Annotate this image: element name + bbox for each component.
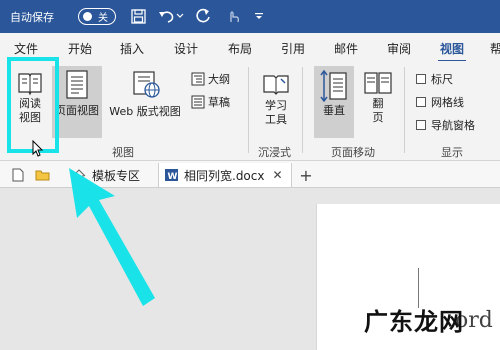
draft-label: 草稿 xyxy=(208,96,230,109)
tab-references[interactable]: 引用 xyxy=(281,40,305,57)
toggle-state-label: 关 xyxy=(98,13,108,24)
read-mode-highlight xyxy=(7,57,59,153)
close-icon[interactable]: ✕ xyxy=(272,168,282,182)
pointer-arrow-icon xyxy=(69,168,155,306)
learning-tools-icon xyxy=(263,75,289,95)
show-group-label: 显示 xyxy=(441,146,463,159)
autosave-toggle[interactable]: 关 xyxy=(78,8,116,25)
page-movement-group-label: 页面移动 xyxy=(331,146,375,159)
vertical-label: 垂直 xyxy=(323,104,345,117)
title-bar: 自动保存 关 xyxy=(0,0,500,33)
learning-tools-label-2: 工具 xyxy=(265,113,287,126)
learning-tools-button[interactable]: 学习 工具 xyxy=(256,71,296,127)
tab-help[interactable]: 帮 xyxy=(490,40,500,57)
save-icon[interactable] xyxy=(127,6,149,26)
add-tab-icon[interactable]: + xyxy=(298,163,314,187)
gridlines-check-icon xyxy=(416,97,426,107)
nav-pane-checkbox[interactable]: 导航窗格 xyxy=(416,117,475,133)
tab-home[interactable]: 开始 xyxy=(68,40,92,57)
svg-text:W: W xyxy=(168,172,178,182)
side-to-side-icon xyxy=(364,72,392,94)
word-doc-icon: W xyxy=(165,169,178,182)
outline-button[interactable]: 大纲 xyxy=(191,71,230,87)
autosave-label: 自动保存 xyxy=(10,11,54,24)
draft-icon xyxy=(191,95,205,109)
folder-icon[interactable] xyxy=(32,163,52,187)
ruler-label: 标尺 xyxy=(431,73,453,86)
tab-layout[interactable]: 布局 xyxy=(228,40,252,57)
print-layout-label: 页面视图 xyxy=(55,104,99,117)
tab-mailings[interactable]: 邮件 xyxy=(334,40,358,57)
customize-toolbar-icon[interactable] xyxy=(252,6,266,26)
toggle-knob xyxy=(83,12,92,21)
tab-view[interactable]: 视图 xyxy=(437,40,467,63)
gridlines-checkbox[interactable]: 网格线 xyxy=(416,94,464,110)
learning-tools-label-1: 学习 xyxy=(265,99,287,112)
tab-design[interactable]: 设计 xyxy=(174,40,198,57)
group-separator xyxy=(302,67,303,153)
side-to-side-button[interactable]: 翻 页 xyxy=(360,71,396,125)
ribbon-panel: 阅读 视图 页面视图 Web 版式视图 大纲 草稿 视图 学习 工具 沉浸式 垂… xyxy=(0,61,500,161)
nav-pane-check-icon xyxy=(416,120,426,130)
ruler-checkbox[interactable]: 标尺 xyxy=(416,71,453,87)
web-layout-label: Web 版式视图 xyxy=(109,105,181,118)
page-icon xyxy=(66,70,88,99)
document-tab[interactable]: W 相同列宽.docx ✕ xyxy=(158,163,292,187)
print-layout-button[interactable]: 页面视图 xyxy=(52,66,102,138)
nav-pane-label: 导航窗格 xyxy=(431,119,475,132)
ruler-check-icon xyxy=(416,74,426,84)
vertical-scroll-icon xyxy=(320,70,347,102)
gridlines-label: 网格线 xyxy=(431,96,464,109)
tab-review[interactable]: 审阅 xyxy=(387,40,411,57)
tab-file[interactable]: 文件 xyxy=(14,40,38,57)
undo-icon[interactable] xyxy=(155,6,177,26)
mouse-pointer-icon xyxy=(32,140,44,157)
watermark-logo: 广东龙网 xyxy=(364,308,464,336)
group-separator xyxy=(404,67,405,153)
tab-insert[interactable]: 插入 xyxy=(120,40,144,57)
views-group-label: 视图 xyxy=(112,146,134,159)
new-doc-icon[interactable] xyxy=(8,163,28,187)
side-to-side-label-2: 页 xyxy=(372,111,384,124)
outline-label: 大纲 xyxy=(208,73,230,86)
draft-button[interactable]: 草稿 xyxy=(191,94,230,110)
side-to-side-label-1: 翻 xyxy=(372,97,384,110)
undo-dropdown-icon[interactable] xyxy=(175,6,185,26)
document-tab-label: 相同列宽.docx xyxy=(184,168,265,183)
group-separator xyxy=(248,67,249,153)
redo-icon[interactable] xyxy=(192,6,214,26)
immersive-group-label: 沉浸式 xyxy=(258,146,291,159)
touch-mode-icon[interactable] xyxy=(222,6,244,26)
outline-icon xyxy=(191,72,205,86)
web-layout-button[interactable]: Web 版式视图 xyxy=(104,71,186,119)
globe-page-icon xyxy=(133,71,160,98)
vertical-button[interactable]: 垂直 xyxy=(314,66,354,138)
ribbon-tabs: 文件 开始 插入 设计 布局 引用 邮件 审阅 视图 帮 xyxy=(0,33,500,63)
